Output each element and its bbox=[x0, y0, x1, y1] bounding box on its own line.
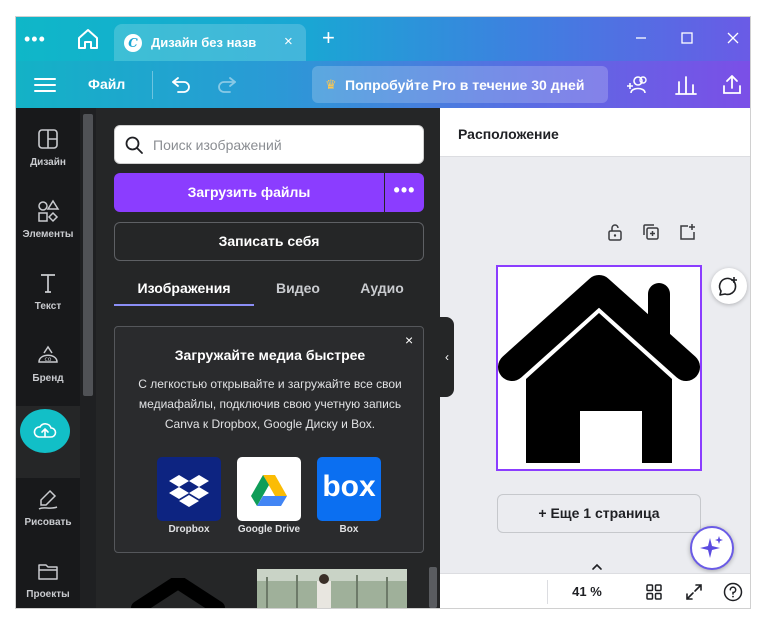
rail-item-projects[interactable]: Проекты bbox=[16, 550, 80, 608]
maximize-icon[interactable] bbox=[676, 27, 698, 49]
rail-label-design: Дизайн bbox=[30, 157, 66, 168]
panel-scrollbar[interactable] bbox=[429, 112, 437, 608]
chevron-up-icon[interactable] bbox=[588, 560, 606, 574]
grid-view-icon[interactable] bbox=[643, 581, 665, 603]
analytics-icon[interactable] bbox=[673, 72, 699, 98]
canvas-area: Расположение + Еще 1 страница 41 % bbox=[440, 108, 750, 608]
elements-icon bbox=[35, 198, 61, 224]
rail-item-design[interactable]: Дизайн bbox=[16, 118, 80, 190]
uploaded-image-thumbnail-photo[interactable] bbox=[257, 569, 407, 608]
magic-assistant-icon[interactable] bbox=[690, 526, 734, 570]
tab-title: Дизайн без назв bbox=[151, 35, 257, 50]
duplicate-page-icon[interactable] bbox=[641, 222, 661, 242]
share-people-icon[interactable] bbox=[624, 72, 650, 98]
hamburger-menu-icon[interactable] bbox=[34, 74, 56, 94]
dropbox-label: Dropbox bbox=[168, 524, 210, 535]
document-tab[interactable]: C Дизайн без назв × bbox=[114, 24, 306, 61]
canvas-footer: 41 % bbox=[440, 573, 750, 608]
projects-icon bbox=[35, 558, 61, 584]
draw-icon bbox=[35, 486, 61, 512]
title-bar: ••• C Дизайн без назв × + bbox=[16, 17, 750, 61]
svg-text:co: co bbox=[45, 356, 52, 363]
panel-scrollbar-thumb[interactable] bbox=[429, 567, 437, 608]
add-page-icon[interactable] bbox=[677, 222, 697, 242]
collapse-panel-button[interactable]: ‹ bbox=[440, 317, 454, 397]
promo-title: Загружайте медиа быстрее bbox=[174, 347, 366, 363]
box-service[interactable]: box Box bbox=[317, 457, 381, 537]
lock-icon[interactable] bbox=[605, 222, 625, 242]
minimize-icon[interactable] bbox=[630, 27, 652, 49]
add-page-button[interactable]: + Еще 1 страница bbox=[497, 494, 701, 533]
help-icon[interactable] bbox=[722, 581, 744, 603]
google-drive-service[interactable]: Google Drive bbox=[237, 457, 301, 537]
canva-window: ••• C Дизайн без назв × + Файл ♛ Попробу… bbox=[16, 17, 750, 608]
box-label: Box bbox=[339, 524, 359, 535]
close-window-icon[interactable] bbox=[722, 27, 744, 49]
tab-video[interactable]: Видео bbox=[268, 278, 328, 306]
footer-divider bbox=[547, 580, 548, 604]
house-graphic[interactable] bbox=[498, 267, 700, 469]
try-pro-label: Попробуйте Pro в течение 30 дней bbox=[345, 77, 585, 93]
search-icon bbox=[124, 135, 144, 155]
rail-item-uploads[interactable] bbox=[16, 406, 80, 478]
google-drive-icon bbox=[237, 457, 301, 521]
rail-scrollbar-thumb[interactable] bbox=[83, 114, 93, 396]
design-icon bbox=[35, 126, 61, 152]
undo-icon[interactable] bbox=[170, 73, 192, 95]
upload-files-button[interactable]: Загрузить файлы bbox=[114, 173, 384, 212]
tab-audio[interactable]: Аудио bbox=[352, 278, 412, 306]
image-search-input[interactable] bbox=[153, 134, 413, 156]
tab-images[interactable]: Изображения bbox=[114, 278, 254, 306]
uploaded-image-thumbnail-house[interactable] bbox=[120, 578, 246, 608]
design-page[interactable] bbox=[496, 265, 702, 471]
canvas-header: Расположение bbox=[440, 108, 750, 157]
rail-label-text: Текст bbox=[34, 301, 62, 312]
rail-item-elements[interactable]: Элементы bbox=[16, 190, 80, 262]
rail-scrollbar[interactable] bbox=[80, 108, 96, 608]
dropbox-service[interactable]: Dropbox bbox=[157, 457, 221, 537]
canva-logo-icon: C bbox=[124, 34, 142, 52]
toolbar-divider bbox=[152, 71, 153, 99]
rail-label-draw: Рисовать bbox=[24, 517, 72, 528]
zoom-level[interactable]: 41 % bbox=[562, 583, 612, 601]
uploads-panel: Загрузить файлы ••• Записать себя Изобра… bbox=[80, 108, 440, 608]
redo-icon[interactable] bbox=[216, 73, 238, 95]
export-icon[interactable] bbox=[719, 72, 745, 98]
brand-icon: co bbox=[35, 342, 61, 368]
connect-storage-promo: × Загружайте медиа быстрее С легкостью о… bbox=[114, 326, 424, 553]
record-yourself-button[interactable]: Записать себя bbox=[114, 222, 424, 261]
text-icon bbox=[35, 270, 61, 296]
left-nav-rail: Дизайн Элементы Текст co Бренд Рисовать … bbox=[16, 108, 80, 608]
new-tab-button[interactable]: + bbox=[322, 26, 335, 50]
home-icon[interactable] bbox=[74, 27, 102, 51]
rail-item-draw[interactable]: Рисовать bbox=[16, 478, 80, 550]
close-tab-icon[interactable]: × bbox=[284, 33, 293, 51]
rail-label-elements: Элементы bbox=[22, 229, 74, 240]
fullscreen-icon[interactable] bbox=[683, 581, 705, 603]
rail-item-text[interactable]: Текст bbox=[16, 262, 80, 334]
box-icon: box bbox=[317, 457, 381, 521]
google-drive-label: Google Drive bbox=[237, 524, 301, 535]
promo-description: С легкостью открывайте и загружайте все … bbox=[138, 377, 402, 431]
upload-more-options-button[interactable]: ••• bbox=[385, 173, 424, 212]
dropbox-icon bbox=[157, 457, 221, 521]
file-menu-button[interactable]: Файл bbox=[88, 75, 125, 93]
add-comment-icon[interactable] bbox=[711, 268, 747, 304]
upload-icon bbox=[32, 418, 58, 444]
image-search-box[interactable] bbox=[114, 125, 424, 164]
app-menu-dots-icon[interactable]: ••• bbox=[24, 29, 52, 49]
rail-item-brand[interactable]: co Бренд bbox=[16, 334, 80, 406]
position-title[interactable]: Расположение bbox=[458, 125, 559, 143]
editor-toolbar: Файл ♛ Попробуйте Pro в течение 30 дней bbox=[16, 61, 750, 108]
try-pro-button[interactable]: ♛ Попробуйте Pro в течение 30 дней bbox=[312, 66, 608, 103]
crown-icon: ♛ bbox=[325, 77, 337, 92]
rail-label-projects: Проекты bbox=[26, 589, 70, 600]
rail-label-brand: Бренд bbox=[32, 373, 64, 384]
